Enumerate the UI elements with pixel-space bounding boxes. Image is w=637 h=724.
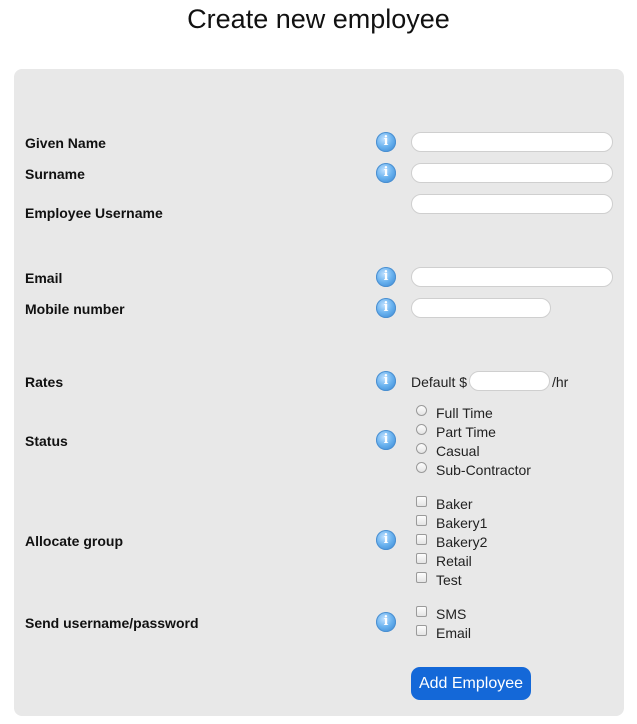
status-option-label: Casual: [436, 443, 480, 459]
group-checkbox-retail[interactable]: [416, 553, 427, 564]
info-icon[interactable]: i: [376, 371, 396, 391]
group-checkbox-baker[interactable]: [416, 496, 427, 507]
group-option-label: Bakery2: [436, 534, 488, 550]
info-icon[interactable]: i: [376, 163, 396, 183]
given-name-label: Given Name: [25, 135, 106, 151]
send-checkbox-email[interactable]: [416, 625, 427, 636]
send-credentials-label: Send username/password: [25, 615, 199, 631]
rates-label: Rates: [25, 374, 64, 390]
mobile-input[interactable]: [411, 298, 551, 318]
group-checkbox-test[interactable]: [416, 572, 427, 583]
group-option-label: Baker: [436, 496, 473, 512]
allocate-group-label: Allocate group: [25, 533, 124, 549]
status-radio-sub-contractor[interactable]: [416, 462, 427, 473]
send-option-label: Email: [436, 625, 472, 641]
info-icon[interactable]: i: [376, 430, 396, 450]
page-title: Create new employee: [187, 4, 450, 34]
send-option-label: SMS: [436, 606, 467, 622]
group-option-label: Bakery1: [436, 515, 488, 531]
status-radio-full-time[interactable]: [416, 405, 427, 416]
given-name-input[interactable]: [411, 132, 613, 152]
send-checkbox-sms[interactable]: [416, 606, 427, 617]
username-input[interactable]: [411, 194, 613, 214]
group-option-label: Retail: [436, 553, 472, 569]
status-option-label: Part Time: [436, 424, 496, 440]
surname-label: Surname: [25, 166, 85, 182]
status-option-label: Full Time: [436, 405, 493, 421]
status-label: Status: [25, 433, 68, 449]
email-input[interactable]: [411, 267, 613, 287]
info-icon[interactable]: i: [376, 267, 396, 287]
group-checkbox-bakery2[interactable]: [416, 534, 427, 545]
add-employee-button[interactable]: Add Employee: [411, 667, 531, 700]
info-icon[interactable]: i: [376, 132, 396, 152]
info-icon[interactable]: i: [376, 612, 396, 632]
mobile-label: Mobile number: [25, 301, 125, 317]
status-option-label: Sub-Contractor: [436, 462, 531, 478]
username-label: Employee Username: [25, 205, 163, 221]
rates-prefix: Default $: [411, 374, 468, 390]
rates-suffix: /hr: [552, 374, 569, 390]
info-icon[interactable]: i: [376, 530, 396, 550]
status-radio-casual[interactable]: [416, 443, 427, 454]
email-label: Email: [25, 270, 63, 286]
rate-input[interactable]: [469, 371, 550, 391]
info-icon[interactable]: i: [376, 298, 396, 318]
group-option-label: Test: [436, 572, 462, 588]
group-checkbox-bakery1[interactable]: [416, 515, 427, 526]
status-radio-part-time[interactable]: [416, 424, 427, 435]
surname-input[interactable]: [411, 163, 613, 183]
